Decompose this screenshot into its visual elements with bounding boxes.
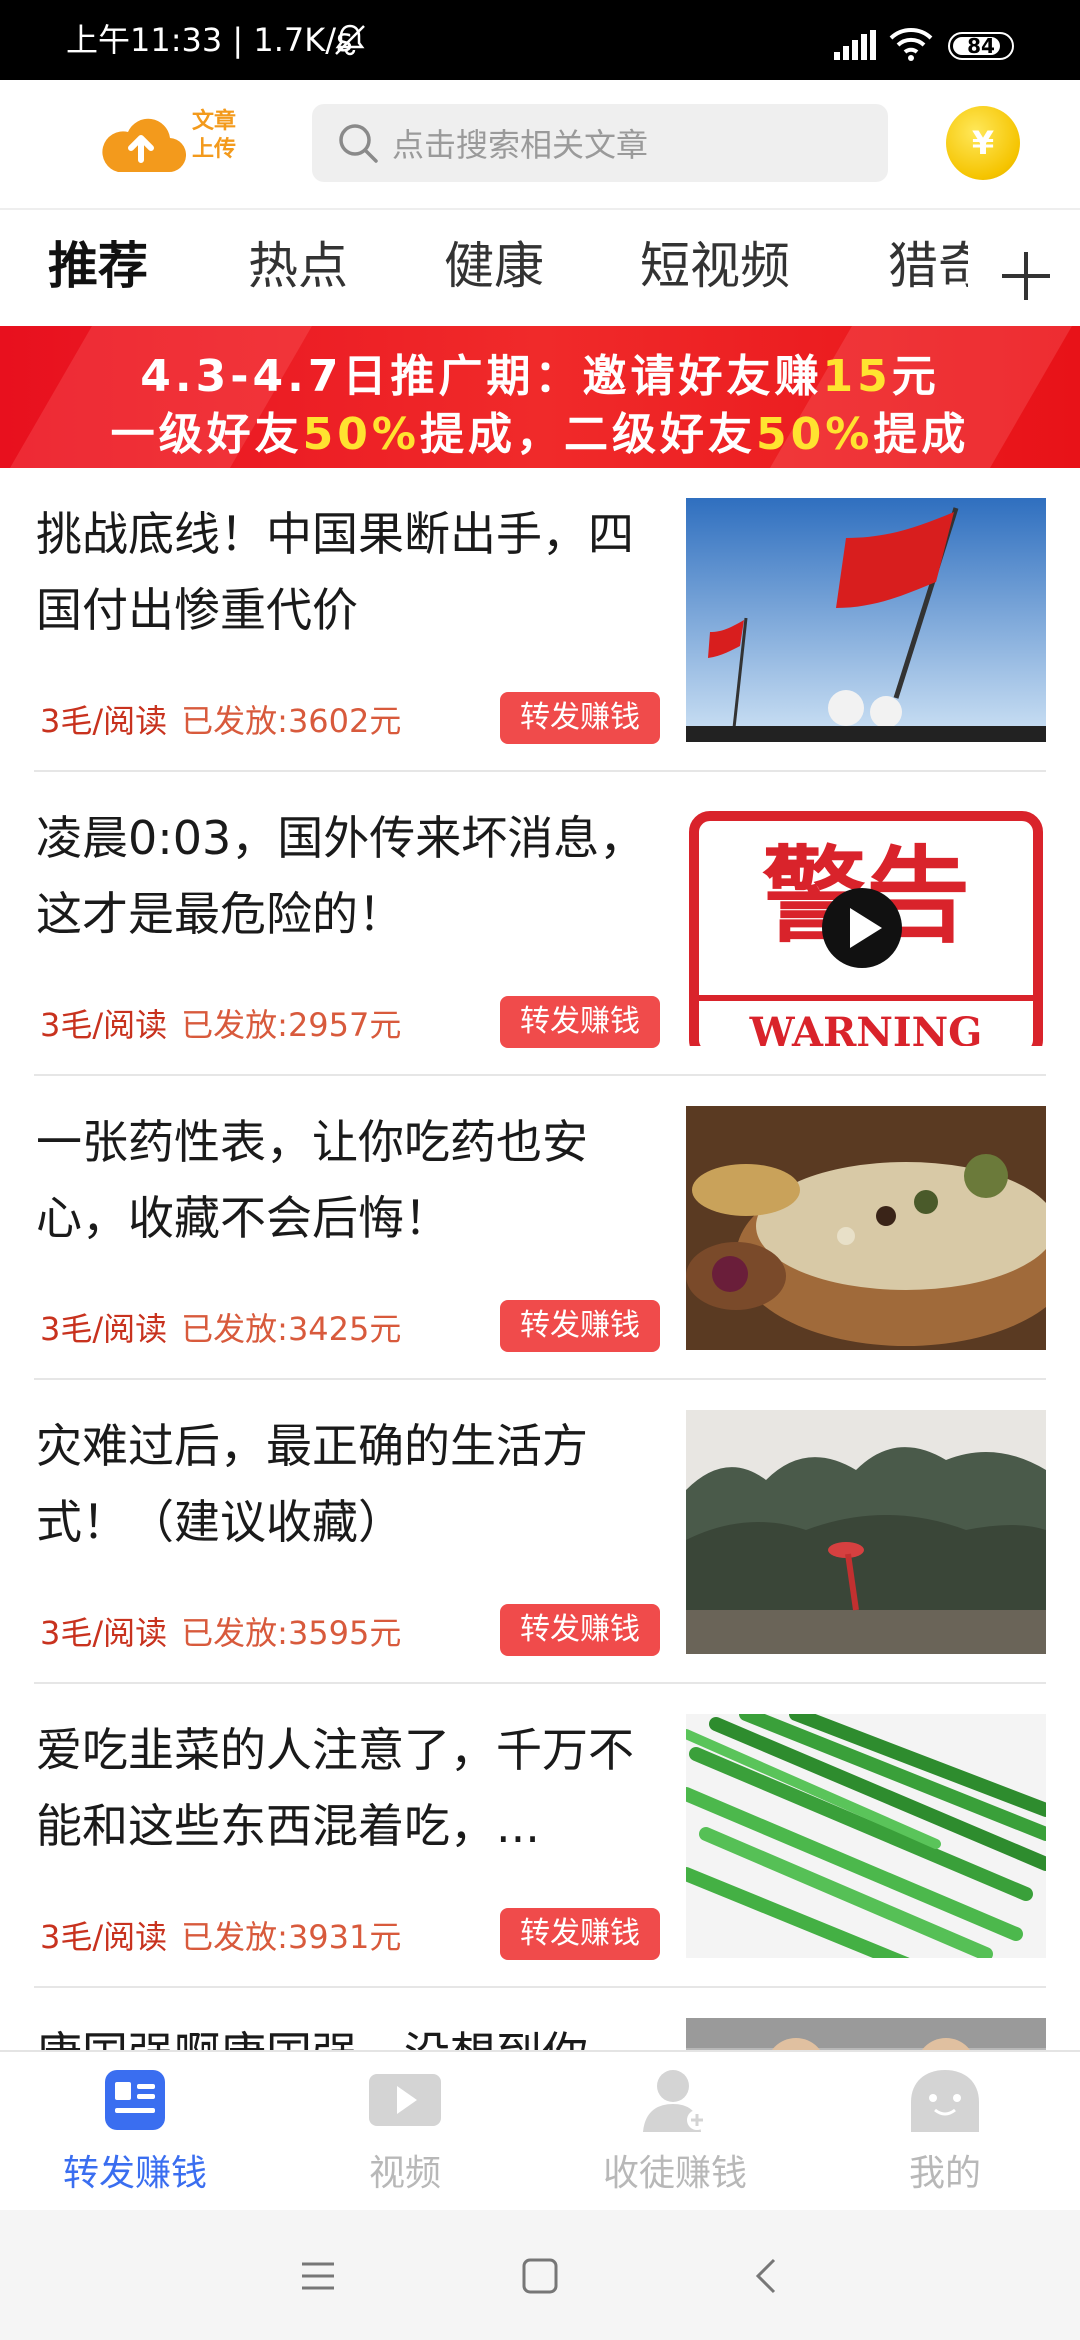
article-item[interactable]: 凌晨0:03，国外传来坏消息，这才是最危险的！ 3毛/阅读 已发放:2957元 转…: [34, 772, 1046, 1076]
nav-label: 视频: [368, 2153, 441, 2194]
flag-image: [686, 498, 1046, 742]
category-tabs: 推荐 热点 健康 短视频 猎奇: [0, 210, 1080, 326]
article-thumbnail[interactable]: 警告 WARNING: [686, 802, 1046, 1046]
share-earn-button[interactable]: 转发赚钱: [500, 996, 660, 1048]
article-item[interactable]: 挑战底线！中国果断出手，四国付出惨重代价 3毛/阅读 已发放:3602元 转发赚钱: [34, 468, 1046, 772]
article-item[interactable]: 灾难过后，最正确的生活方式！（建议收藏） 3毛/阅读 已发放:3595元 转发赚钱: [34, 1380, 1046, 1684]
share-earn-button[interactable]: 转发赚钱: [500, 1604, 660, 1656]
article-meta: 3毛/阅读 已发放:2957元: [40, 1000, 401, 1046]
status-time: 上午11:33 | 1.7K/s: [66, 21, 353, 59]
banner-line-2: 一级好友50%提成，二级好友50%提成: [110, 409, 970, 460]
article-title: 一张药性表，让你吃药也安心，收藏不会后悔！: [36, 1115, 588, 1245]
article-rate: 3毛/阅读: [40, 1918, 168, 1956]
share-earn-button[interactable]: 转发赚钱: [500, 1300, 660, 1352]
article-title: 凌晨0:03，国外传来坏消息，这才是最危险的！: [36, 811, 646, 941]
article-meta: 3毛/阅读 已发放:3931元: [40, 1912, 401, 1958]
tab-health[interactable]: 健康: [444, 234, 544, 298]
search-placeholder: 点击搜索相关文章: [392, 126, 649, 164]
upload-article-button[interactable]: 文章 上传: [96, 108, 256, 180]
cloud-upload-icon: [102, 118, 186, 173]
share-earn-button[interactable]: 转发赚钱: [500, 1908, 660, 1960]
article-thumbnail[interactable]: [686, 1106, 1046, 1350]
logo-line-2: 上传: [192, 137, 237, 162]
article-title: 爱吃韭菜的人注意了，千万不能和这些东西混着吃，...: [36, 1723, 634, 1853]
article-rate: 3毛/阅读: [40, 702, 168, 740]
nav-video[interactable]: 视频: [270, 2066, 540, 2196]
nav-recruit-earn[interactable]: 收徒赚钱: [540, 2066, 810, 2196]
svg-text:WARNING: WARNING: [749, 1009, 983, 1046]
article-icon: [105, 2070, 165, 2130]
coin-wallet-button[interactable]: ¥: [946, 106, 1020, 180]
nav-label: 我的: [908, 2153, 981, 2194]
article-item[interactable]: 一张药性表，让你吃药也安心，收藏不会后悔！ 3毛/阅读 已发放:3425元 转发赚…: [34, 1076, 1046, 1380]
article-rate: 3毛/阅读: [40, 1310, 168, 1348]
search-icon: [339, 124, 378, 163]
article-thumbnail[interactable]: [686, 1410, 1046, 1654]
back-icon[interactable]: [746, 2254, 790, 2298]
article-thumbnail[interactable]: [686, 1714, 1046, 1958]
article-paid: 已发放:2957元: [181, 1006, 402, 1044]
search-bar[interactable]: 点击搜索相关文章: [312, 104, 888, 182]
share-earn-button[interactable]: 转发赚钱: [500, 692, 660, 744]
yuan-coin-icon: ¥: [971, 124, 995, 162]
nav-label: 转发赚钱: [62, 2153, 207, 2194]
article-title: 挑战底线！中国果断出手，四国付出惨重代价: [36, 507, 634, 637]
article-paid: 已发放:3602元: [181, 702, 402, 740]
article-title: 康国强啊康国强，没想到你: [36, 2016, 666, 2050]
wifi-icon: [889, 28, 933, 61]
battery-level: 84: [967, 34, 995, 58]
article-feed: 挑战底线！中国果断出手，四国付出惨重代价 3毛/阅读 已发放:3602元 转发赚钱…: [0, 468, 1080, 2050]
warning-video-image: 警告 WARNING: [689, 811, 1043, 1046]
home-icon[interactable]: [518, 2254, 562, 2298]
tab-recommend[interactable]: 推荐: [48, 234, 148, 298]
chives-image: [686, 1714, 1046, 1958]
app-header: 文章 上传 点击搜索相关文章 ¥: [0, 80, 1080, 210]
nav-mine[interactable]: 我的: [810, 2066, 1080, 2196]
tab-short-video[interactable]: 短视频: [640, 234, 790, 298]
article-meta: 3毛/阅读 已发放:3602元: [40, 696, 401, 742]
tab-hot[interactable]: 热点: [248, 234, 348, 298]
system-navigation-bar: [0, 2210, 1080, 2340]
add-user-icon: [643, 2070, 707, 2132]
herbs-image: [686, 1106, 1046, 1350]
nav-share-earn[interactable]: 转发赚钱: [0, 2066, 270, 2196]
article-thumbnail[interactable]: [686, 498, 1046, 742]
banner-line-1: 4.3-4.7日推广期：邀请好友赚15元: [140, 351, 940, 402]
article-meta: 3毛/阅读 已发放:3595元: [40, 1608, 401, 1654]
article-rate: 3毛/阅读: [40, 1006, 168, 1044]
article-item[interactable]: 爱吃韭菜的人注意了，千万不能和这些东西混着吃，... 3毛/阅读 已发放:3931…: [34, 1684, 1046, 1988]
article-title: 灾难过后，最正确的生活方式！（建议收藏）: [36, 1419, 588, 1549]
status-bar: 上午11:33 | 1.7K/s 84: [0, 0, 1080, 80]
logo-text: 文章 上传: [192, 108, 252, 164]
bottom-navigation: 转发赚钱 视频 收徒赚钱 我的: [0, 2050, 1080, 2212]
menu-icon[interactable]: [296, 2254, 340, 2298]
article-thumbnail[interactable]: [686, 2018, 1046, 2050]
forest-umbrella-image: [686, 1410, 1046, 1654]
signal-icon: [834, 30, 876, 60]
article-rate: 3毛/阅读: [40, 1614, 168, 1652]
logo-line-1: 文章: [192, 109, 237, 134]
battery-icon: 84: [948, 32, 1014, 60]
people-image: [686, 2018, 1046, 2050]
article-paid: 已发放:3931元: [181, 1918, 402, 1956]
article-item[interactable]: 康国强啊康国强，没想到你: [34, 1988, 1046, 2050]
article-paid: 已发放:3595元: [181, 1614, 402, 1652]
profile-face-icon: [911, 2070, 979, 2132]
nav-label: 收徒赚钱: [602, 2153, 747, 2194]
promo-banner[interactable]: 4.3-4.7日推广期：邀请好友赚15元 一级好友50%提成，二级好友50%提成: [0, 326, 1080, 468]
video-icon: [369, 2074, 441, 2126]
add-tab-icon[interactable]: [998, 248, 1054, 304]
mute-bell-icon: [335, 24, 365, 56]
article-meta: 3毛/阅读 已发放:3425元: [40, 1304, 401, 1350]
article-paid: 已发放:3425元: [181, 1310, 402, 1348]
